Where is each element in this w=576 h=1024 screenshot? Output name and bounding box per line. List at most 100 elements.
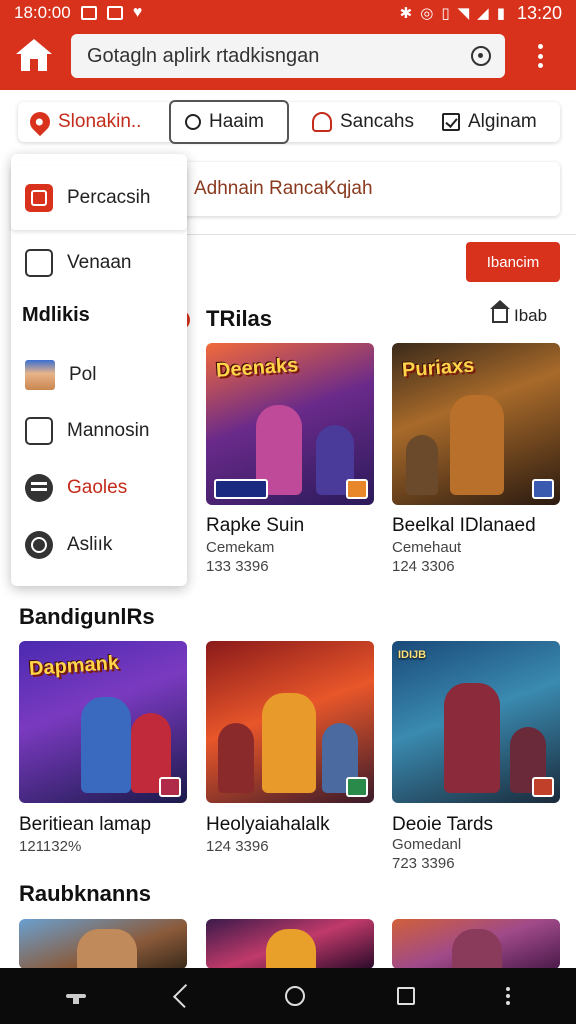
status-time-left: 18:0:00 bbox=[14, 3, 71, 22]
game-title[interactable]: Beritiean lamap bbox=[19, 814, 151, 836]
recent-apps-icon[interactable] bbox=[396, 987, 415, 1005]
game-subtitle: Gomedanl bbox=[392, 836, 462, 853]
game-tile[interactable] bbox=[206, 919, 374, 969]
chip-label: Slonakin.. bbox=[58, 111, 142, 132]
game-tile[interactable]: IDIJB bbox=[392, 641, 560, 803]
character-figure bbox=[444, 683, 500, 793]
game-art-title: IDIJB bbox=[398, 649, 427, 661]
see-all-link[interactable]: Ibab bbox=[490, 300, 548, 326]
game-badge-icon bbox=[532, 777, 554, 797]
image-notification-icon bbox=[106, 6, 123, 20]
section-title-bandiguns: BandigunlRs bbox=[19, 604, 155, 629]
banner-text: Adhnain RancaKqjah bbox=[194, 178, 373, 199]
home-circle-icon[interactable] bbox=[284, 986, 305, 1006]
game-title[interactable]: Heolyaiahalalk bbox=[206, 814, 330, 836]
game-tile[interactable] bbox=[392, 919, 560, 969]
character-figure bbox=[262, 693, 316, 793]
dot-icon bbox=[537, 63, 543, 68]
menu-item-gaoles[interactable]: Gaoles bbox=[11, 463, 187, 513]
game-tile[interactable]: Dapmank bbox=[19, 641, 187, 803]
menu-item-label: Percacsih bbox=[67, 187, 151, 208]
wifi-icon: ◥ bbox=[457, 5, 470, 22]
notification-icon bbox=[80, 6, 97, 20]
menu-item-percacsih[interactable]: Percacsih bbox=[11, 166, 187, 230]
home-icon bbox=[16, 39, 52, 71]
search-bar[interactable]: Gotagln aplirk rtadkisngan bbox=[71, 34, 505, 78]
game-art-title: Puriaxs bbox=[401, 354, 475, 382]
back-icon[interactable] bbox=[173, 983, 198, 1009]
character-figure bbox=[77, 929, 137, 969]
game-count: 124 3396 bbox=[206, 838, 269, 855]
character-figure bbox=[81, 697, 131, 793]
menu-item-mannosin[interactable]: Mannosin bbox=[11, 406, 187, 456]
banner-card[interactable]: Adhnain RancaKqjah bbox=[180, 162, 560, 216]
menu-item-venaan[interactable]: Venaan bbox=[11, 238, 187, 288]
battery-saver-icon: ▯ bbox=[441, 5, 450, 22]
location-pin-icon bbox=[25, 107, 55, 137]
dot-icon bbox=[537, 44, 543, 49]
system-nav-bar bbox=[0, 968, 576, 1024]
list-circle-icon bbox=[25, 474, 53, 502]
chip-location[interactable]: Slonakin.. bbox=[25, 100, 142, 144]
checkbox-icon bbox=[442, 113, 460, 131]
red-square-icon bbox=[25, 184, 53, 212]
section-title-trials: TRilas bbox=[206, 306, 273, 331]
chip-label: Sancahs bbox=[340, 111, 414, 132]
action-button[interactable]: Ibancim bbox=[466, 242, 560, 282]
menu-item-label: Venaan bbox=[67, 252, 132, 273]
overflow-menu-button[interactable] bbox=[530, 44, 550, 68]
game-art-title: Deenaks bbox=[215, 354, 299, 382]
keyboard-hide-icon[interactable] bbox=[65, 994, 86, 1004]
gear-icon bbox=[25, 531, 53, 559]
character-figure bbox=[266, 929, 316, 969]
game-art-title: Dapmank bbox=[28, 651, 120, 681]
game-badge-icon bbox=[532, 479, 554, 499]
see-all-label: Ibab bbox=[514, 306, 548, 325]
menu-item-label: Asliık bbox=[67, 534, 113, 555]
game-badge-icon bbox=[159, 777, 181, 797]
search-input[interactable]: Gotagln aplirk rtadkisngan bbox=[87, 45, 471, 68]
character-figure bbox=[450, 395, 504, 495]
game-count: 133 3396 bbox=[206, 558, 269, 575]
section-title-raubknanns: Raubknanns bbox=[19, 881, 152, 906]
alarm-icon: ◎ bbox=[420, 5, 434, 22]
divider bbox=[186, 234, 576, 235]
avatar bbox=[25, 360, 55, 390]
game-title[interactable]: Deoie Tards bbox=[392, 814, 493, 836]
battery-icon: ▮ bbox=[496, 5, 505, 22]
game-count: 124 3306 bbox=[392, 558, 455, 575]
signal-icon: ◢ bbox=[477, 5, 489, 22]
status-time-right: 13:20 bbox=[516, 2, 562, 23]
more-vert-icon[interactable] bbox=[506, 987, 511, 1005]
menu-item-label: Mannosin bbox=[67, 420, 150, 441]
chip-person[interactable]: Sancahs bbox=[312, 100, 414, 144]
lens-icon[interactable] bbox=[471, 46, 491, 66]
game-title[interactable]: Rapke Suin bbox=[206, 515, 304, 537]
game-title[interactable]: Beelkal IDlanaed bbox=[392, 515, 536, 537]
chip-check[interactable]: Alginam bbox=[442, 100, 537, 144]
character-figure bbox=[406, 435, 438, 495]
chip-search[interactable]: Haaim bbox=[169, 100, 289, 144]
game-tile[interactable]: Puriaxs bbox=[392, 343, 560, 505]
menu-item-aslilk[interactable]: Asliık bbox=[11, 520, 187, 570]
game-subtitle: Cemehaut bbox=[392, 539, 462, 556]
dot-icon bbox=[537, 53, 543, 59]
game-count: 723 3396 bbox=[392, 855, 455, 872]
game-badge-icon bbox=[346, 479, 368, 499]
game-tile[interactable] bbox=[206, 641, 374, 803]
game-tile[interactable]: Deenaks bbox=[206, 343, 374, 505]
menu-item-pol[interactable]: Pol bbox=[11, 350, 187, 400]
character-figure bbox=[452, 929, 502, 969]
game-tile[interactable] bbox=[19, 919, 187, 969]
home-button[interactable] bbox=[14, 36, 54, 74]
character-figure bbox=[218, 723, 254, 793]
chip-label: Haaim bbox=[209, 111, 264, 132]
tablet-icon bbox=[25, 417, 53, 445]
house-icon bbox=[490, 300, 510, 323]
game-count: 121132% bbox=[19, 838, 82, 855]
menu-section-header: Mdlikis bbox=[22, 304, 90, 326]
game-badge-icon bbox=[214, 479, 268, 499]
person-icon bbox=[312, 112, 332, 132]
heart-icon: ♥ bbox=[132, 4, 143, 21]
status-bar: 18:0:00 ♥ ✱ ◎ ▯ ◥ ◢ ▮ 13:20 bbox=[0, 0, 576, 26]
